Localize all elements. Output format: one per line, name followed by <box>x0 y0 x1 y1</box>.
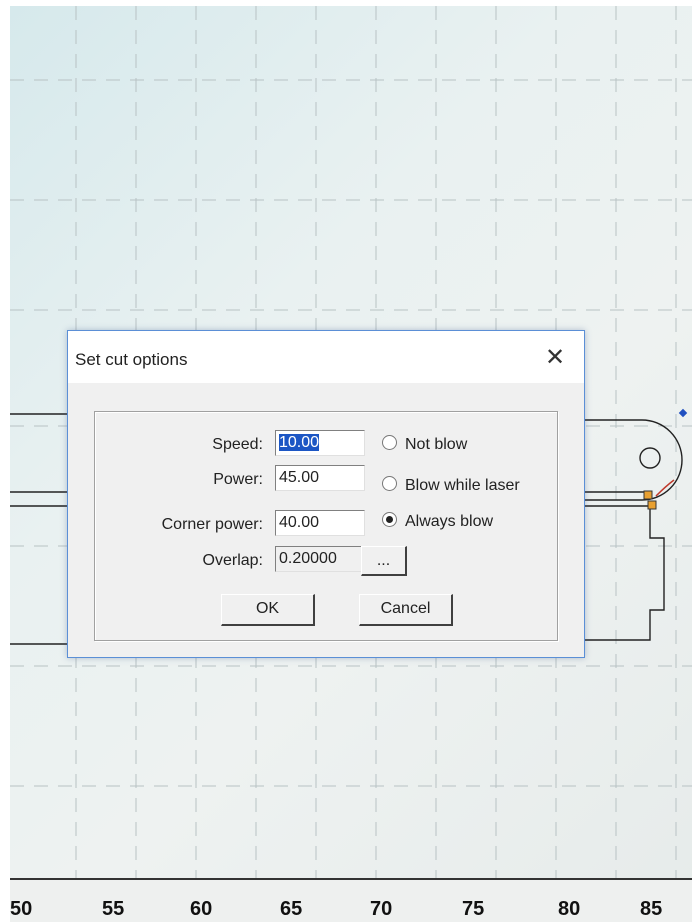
dialog-titlebar[interactable]: Set cut options ✕ <box>68 331 584 383</box>
overlap-field[interactable]: 0.20000 <box>275 546 365 572</box>
ok-button[interactable]: OK <box>221 594 315 626</box>
overlap-browse-button[interactable]: ... <box>361 546 407 576</box>
radio-always-blow-indicator <box>382 512 397 528</box>
radio-blow-while-laser-label: Blow while laser <box>405 477 520 494</box>
node-marker[interactable] <box>643 490 653 500</box>
radio-blow-while-laser-indicator <box>382 476 397 492</box>
corner-power-label: Corner power: <box>161 516 263 533</box>
speed-value: 10.00 <box>279 434 320 451</box>
ruler-tick: 70 <box>370 898 393 920</box>
overlap-label: Overlap: <box>202 552 263 569</box>
corner-power-field[interactable]: 40.00 <box>275 510 365 536</box>
speed-label: Speed: <box>212 436 263 453</box>
power-value: 45.00 <box>279 469 320 486</box>
radio-always-blow-label: Always blow <box>405 513 494 530</box>
radio-not-blow-indicator <box>382 435 397 451</box>
anchor-marker[interactable] <box>678 408 688 418</box>
horizontal-ruler: 50 55 60 65 70 75 80 85 <box>10 878 692 922</box>
power-field[interactable]: 45.00 <box>275 465 365 491</box>
radio-not-blow[interactable]: Not blow <box>382 434 467 456</box>
corner-power-value: 40.00 <box>279 514 320 531</box>
ruler-tick: 55 <box>102 898 125 920</box>
node-marker[interactable] <box>647 500 657 510</box>
ruler-tick: 75 <box>462 898 485 920</box>
ruler-tick: 80 <box>558 898 581 920</box>
canvas-area[interactable]: 50 55 60 65 70 75 80 85 Set cut options … <box>10 6 692 922</box>
options-group: Speed: 10.00 Power: 45.00 Corner power: … <box>94 411 558 641</box>
set-cut-options-dialog: Set cut options ✕ Speed: 10.00 Power: 45… <box>67 330 585 658</box>
dialog-title: Set cut options <box>75 350 188 369</box>
close-icon[interactable]: ✕ <box>540 343 570 373</box>
radio-always-blow[interactable]: Always blow <box>382 511 493 533</box>
overlap-value: 0.20000 <box>279 550 337 567</box>
radio-not-blow-label: Not blow <box>405 436 468 453</box>
speed-field[interactable]: 10.00 <box>275 430 365 456</box>
radio-blow-while-laser[interactable]: Blow while laser <box>382 475 520 497</box>
ruler-tick: 50 <box>10 898 33 920</box>
power-label: Power: <box>213 471 263 488</box>
ruler-tick: 85 <box>640 898 663 920</box>
ruler-tick: 60 <box>190 898 213 920</box>
ruler-tick: 65 <box>280 898 303 920</box>
cancel-button[interactable]: Cancel <box>359 594 453 626</box>
